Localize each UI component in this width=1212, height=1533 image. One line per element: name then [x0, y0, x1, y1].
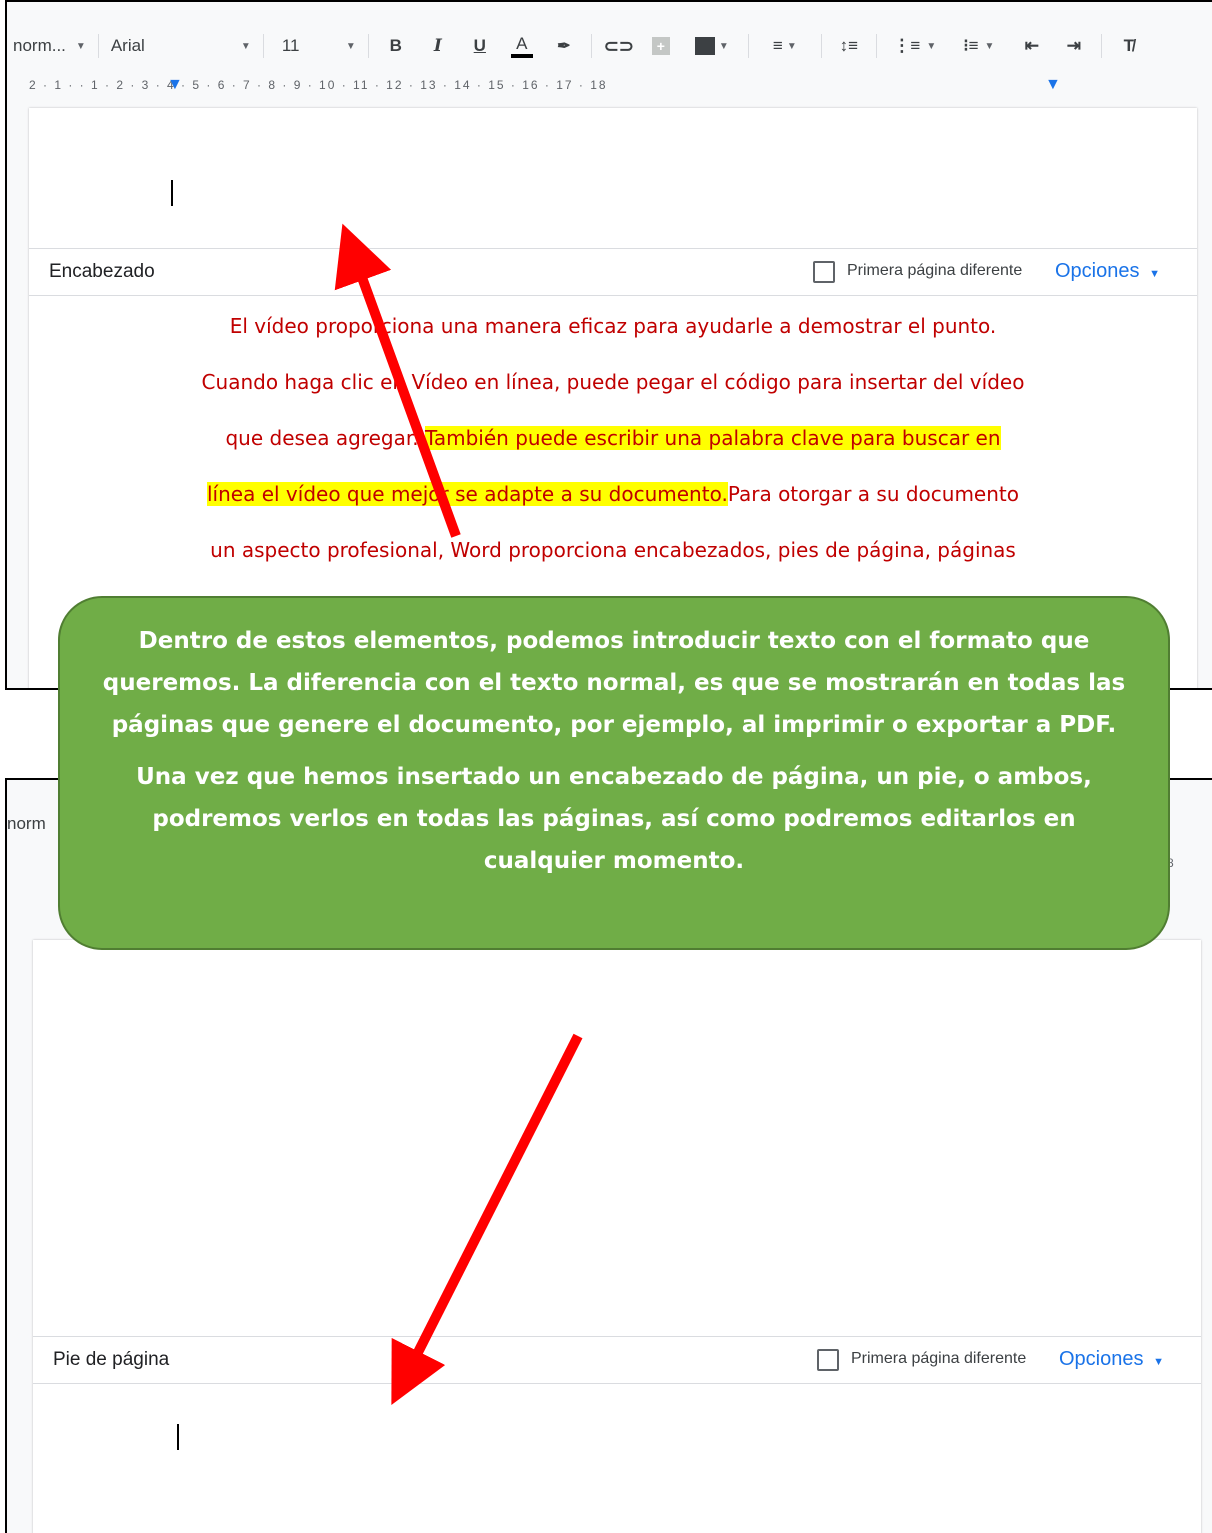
- callout-paragraph: Dentro de estos elementos, podemos intro…: [102, 628, 1126, 738]
- arrow-to-footer: [391, 1033, 583, 1405]
- explanation-callout: Dentro de estos elementos, podemos intro…: [58, 596, 1170, 950]
- arrow-to-header: [334, 223, 461, 538]
- callout-paragraph: Una vez que hemos insertado un encabezad…: [136, 764, 1092, 874]
